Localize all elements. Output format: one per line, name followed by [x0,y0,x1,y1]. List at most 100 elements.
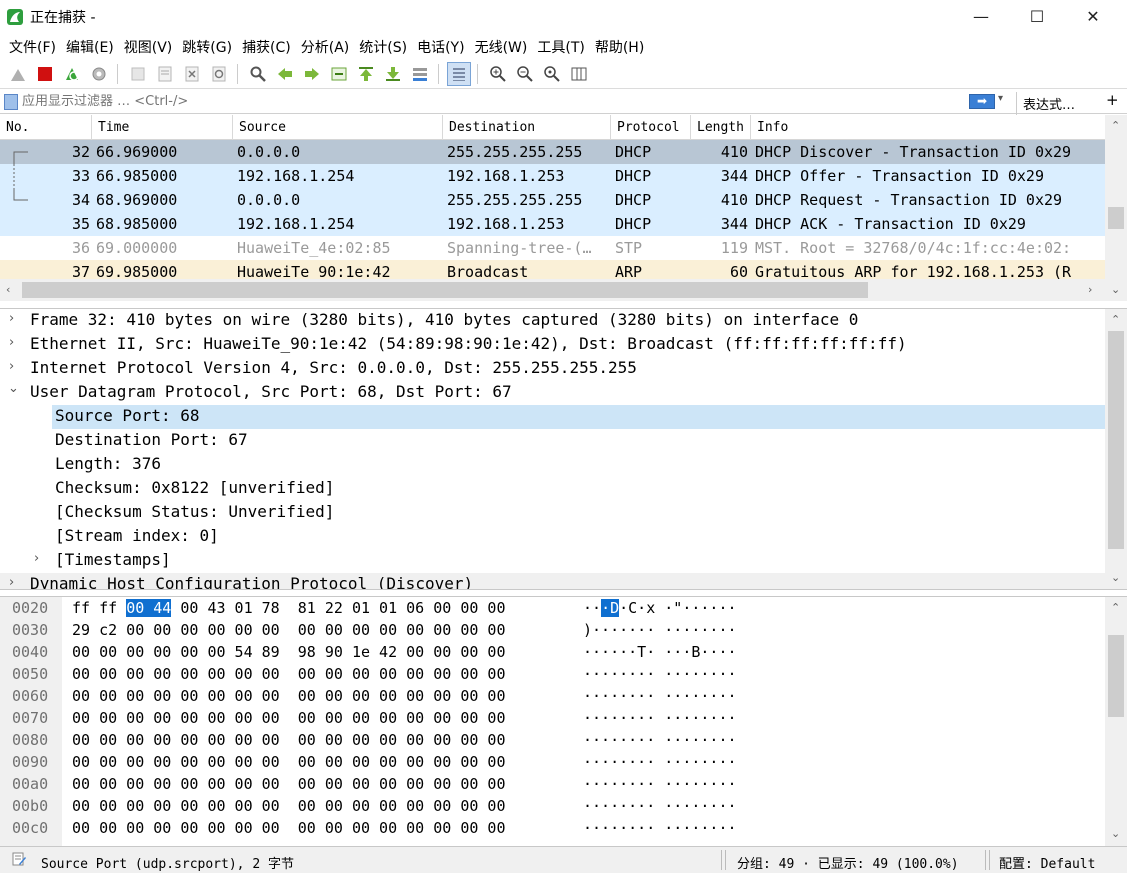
bytes-ascii[interactable]: ········ ········ [583,797,737,815]
detail-tree-item[interactable]: ⌄ User Datagram Protocol, Src Port: 68, … [0,381,1105,405]
expand-arrow-icon[interactable]: › [9,575,14,589]
apply-filter-button[interactable]: ➡ [969,94,995,109]
detail-tree-item[interactable]: › Internet Protocol Version 4, Src: 0.0.… [0,357,1105,381]
open-file-icon[interactable] [126,62,150,86]
bytes-hex[interactable]: 00 00 00 00 00 00 00 00 00 00 00 00 00 0… [72,775,505,793]
bytes-row[interactable]: 00c0 00 00 00 00 00 00 00 00 00 00 00 00… [0,817,1105,839]
scrollbar-thumb[interactable] [1108,331,1124,549]
menu-wireless[interactable]: 无线(W) [470,37,533,57]
detail-tree-item[interactable]: › Frame 32: 410 bytes on wire (3280 bits… [0,309,1105,333]
close-file-icon[interactable] [180,62,204,86]
save-file-icon[interactable] [153,62,177,86]
capture-options-icon[interactable] [87,62,111,86]
bytes-hex[interactable]: 00 00 00 00 00 00 00 00 00 00 00 00 00 0… [72,753,505,771]
bytes-row[interactable]: 0040 00 00 00 00 00 00 54 89 98 90 1e 42… [0,641,1105,663]
scroll-up-icon[interactable]: ⌃ [1111,313,1120,326]
detail-tree-item[interactable]: Length: 376 [0,453,1105,477]
column-header-source[interactable]: Source [233,115,443,140]
bytes-hex[interactable]: 29 c2 00 00 00 00 00 00 00 00 00 00 00 0… [72,621,505,639]
display-filter-input[interactable] [22,91,966,112]
bookmark-icon[interactable] [4,93,18,110]
zoom-in-icon[interactable] [486,62,510,86]
stop-capture-icon[interactable] [33,62,57,86]
column-header-no[interactable]: No. [0,115,92,140]
column-header-protocol[interactable]: Protocol [611,115,691,140]
scroll-right-icon[interactable]: › [1088,283,1092,296]
last-packet-icon[interactable] [381,62,405,86]
bytes-hex[interactable]: 00 00 00 00 00 00 00 00 00 00 00 00 00 0… [72,797,505,815]
menu-go[interactable]: 跳转(G) [177,37,237,57]
resize-columns-icon[interactable] [567,62,591,86]
auto-scroll-icon[interactable] [408,62,432,86]
bytes-row[interactable]: 0060 00 00 00 00 00 00 00 00 00 00 00 00… [0,685,1105,707]
add-filter-button[interactable]: + [1106,91,1119,109]
scroll-left-icon[interactable]: ‹ [6,283,10,296]
bytes-ascii[interactable]: ······T· ···B···· [583,643,737,661]
bytes-ascii[interactable]: )······· ········ [583,621,737,639]
expand-arrow-icon[interactable]: › [9,359,14,374]
colorize-icon[interactable] [447,62,471,86]
bytes-hex[interactable]: 00 00 00 00 00 00 00 00 00 00 00 00 00 0… [72,731,505,749]
menu-view[interactable]: 视图(V) [119,37,178,57]
bytes-hex[interactable]: 00 00 00 00 00 00 00 00 00 00 00 00 00 0… [72,665,505,683]
detail-tree-item-selected[interactable]: Source Port: 68 [0,405,1105,429]
column-header-destination[interactable]: Destination [443,115,611,140]
bytes-row[interactable]: 0030 29 c2 00 00 00 00 00 00 00 00 00 00… [0,619,1105,641]
bytes-row[interactable]: 0090 00 00 00 00 00 00 00 00 00 00 00 00… [0,751,1105,773]
bytes-vertical-scrollbar[interactable]: ⌃ ⌄ [1105,597,1127,846]
detail-tree-item[interactable]: › Dynamic Host Configuration Protocol (D… [0,573,1105,589]
expert-info-icon[interactable] [12,852,26,866]
bytes-ascii[interactable]: ···D·C·x ·"······ [583,599,737,617]
scroll-down-icon[interactable]: ⌄ [1111,827,1120,840]
menu-telephony[interactable]: 电话(Y) [412,37,469,57]
detail-tree-item[interactable]: [Stream index: 0] [0,525,1105,549]
zoom-out-icon[interactable] [513,62,537,86]
packet-row[interactable]: 36 69.000000 HuaweiTe_4e:02:85 Spanning-… [0,236,1105,260]
normal-size-icon[interactable] [540,62,564,86]
reload-file-icon[interactable] [207,62,231,86]
bytes-ascii[interactable]: ········ ········ [583,687,737,705]
bytes-ascii[interactable]: ········ ········ [583,753,737,771]
close-button[interactable]: ✕ [1070,0,1116,33]
menu-edit[interactable]: 编辑(E) [61,37,119,57]
detail-tree-item[interactable]: › Ethernet II, Src: HuaweiTe_90:1e:42 (5… [0,333,1105,357]
scrollbar-thumb[interactable] [1108,207,1124,229]
menu-statistics[interactable]: 统计(S) [354,37,412,57]
scroll-up-icon[interactable]: ⌃ [1111,601,1120,614]
shark-fin-icon[interactable] [6,62,30,86]
detail-tree-item[interactable]: [Checksum Status: Unverified] [0,501,1105,525]
packet-row-selected[interactable]: 32 66.969000 0.0.0.0 255.255.255.255 DHC… [0,140,1105,164]
filter-history-dropdown[interactable]: ▾ [998,93,1003,104]
detail-tree-item[interactable]: › [Timestamps] [0,549,1105,573]
packet-row[interactable]: 33 66.985000 192.168.1.254 192.168.1.253… [0,164,1105,188]
bytes-hex[interactable]: 00 00 00 00 00 00 00 00 00 00 00 00 00 0… [72,819,505,837]
first-packet-icon[interactable] [354,62,378,86]
collapse-arrow-icon[interactable]: ⌄ [8,381,19,396]
bytes-row[interactable]: 0020 ff ff 00 44 00 43 01 78 81 22 01 01… [0,597,1105,619]
packet-row[interactable]: 37 69.985000 HuaweiTe_90:1e:42 Broadcast… [0,260,1105,279]
packet-list-horizontal-scrollbar[interactable]: ‹ › [0,279,1105,301]
expression-button[interactable]: 表达式… [1016,92,1081,115]
go-back-icon[interactable] [273,62,297,86]
column-header-length[interactable]: Length [691,115,751,140]
menu-tools[interactable]: 工具(T) [532,37,589,57]
bytes-row[interactable]: 0080 00 00 00 00 00 00 00 00 00 00 00 00… [0,729,1105,751]
bytes-ascii[interactable]: ········ ········ [583,709,737,727]
menu-capture[interactable]: 捕获(C) [237,37,296,57]
scroll-down-icon[interactable]: ⌄ [1111,283,1120,296]
scroll-up-icon[interactable]: ⌃ [1111,119,1120,132]
packet-row[interactable]: 35 68.985000 192.168.1.254 192.168.1.253… [0,212,1105,236]
detail-tree-item[interactable]: Destination Port: 67 [0,429,1105,453]
expand-arrow-icon[interactable]: › [9,335,14,350]
bytes-hex[interactable]: 00 00 00 00 00 00 00 00 00 00 00 00 00 0… [72,709,505,727]
bytes-hex[interactable]: ff ff 00 44 00 43 01 78 81 22 01 01 06 0… [72,599,505,617]
bytes-ascii[interactable]: ········ ········ [583,819,737,837]
bytes-ascii[interactable]: ········ ········ [583,665,737,683]
bytes-row[interactable]: 00a0 00 00 00 00 00 00 00 00 00 00 00 00… [0,773,1105,795]
bytes-hex[interactable]: 00 00 00 00 00 00 54 89 98 90 1e 42 00 0… [72,643,505,661]
detail-tree-item[interactable]: Checksum: 0x8122 [unverified] [0,477,1105,501]
bytes-row[interactable]: 0070 00 00 00 00 00 00 00 00 00 00 00 00… [0,707,1105,729]
packet-list-vertical-scrollbar[interactable]: ⌃ ⌄ [1105,115,1127,301]
bytes-hex[interactable]: 00 00 00 00 00 00 00 00 00 00 00 00 00 0… [72,687,505,705]
packet-row[interactable]: 34 68.969000 0.0.0.0 255.255.255.255 DHC… [0,188,1105,212]
